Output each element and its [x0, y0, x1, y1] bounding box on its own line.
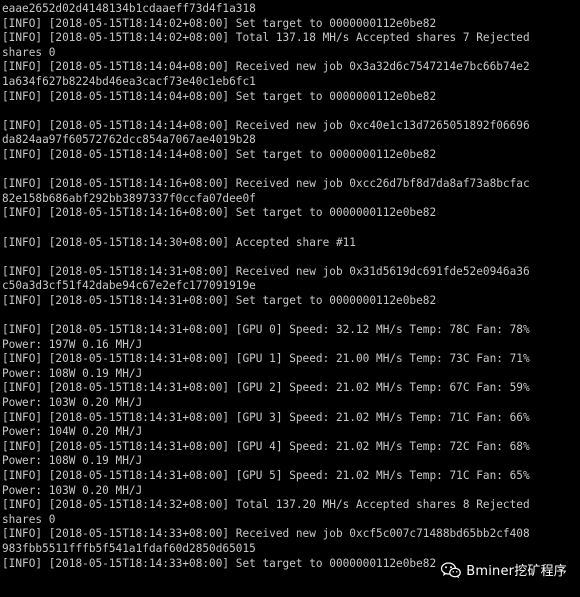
console-line: c50a3d3cf51f42dabe94c67e2efc177091919e [2, 279, 256, 293]
console-line: [INFO] [2018-05-15T18:14:31+08:00] [GPU … [2, 323, 530, 337]
watermark: Bminer挖矿程序 [437, 559, 570, 580]
console-line: Power: 197W 0.16 MH/J [2, 337, 143, 351]
console-line: [INFO] [2018-05-15T18:14:31+08:00] [GPU … [2, 439, 530, 453]
console-line: [INFO] [2018-05-15T18:14:31+08:00] Set t… [2, 293, 437, 307]
watermark-text: Bminer挖矿程序 [466, 564, 567, 579]
console-line: [INFO] [2018-05-15T18:14:16+08:00] Set t… [2, 206, 437, 220]
console-line: [INFO] [2018-05-15T18:14:14+08:00] Set t… [2, 147, 437, 161]
console-window[interactable]: eaae2652d02d4148134b1cdaaeff73d4f1a318 [I… [0, 0, 580, 597]
console-line: [INFO] [2018-05-15T18:14:02+08:00] Set t… [2, 16, 437, 30]
console-line: [INFO] [2018-05-15T18:14:31+08:00] Recei… [2, 264, 530, 278]
console-line: da824aa97f60572762dcc854a7067ae4019b28 [2, 133, 256, 147]
console-line: [INFO] [2018-05-15T18:14:02+08:00] Total… [2, 31, 530, 45]
console-line: Power: 103W 0.20 MH/J [2, 396, 143, 410]
console-line: [INFO] [2018-05-15T18:14:31+08:00] [GPU … [2, 469, 530, 482]
console-line: [INFO] [2018-05-15T18:14:31+08:00] [GPU … [2, 410, 530, 424]
console-line: eaae2652d02d4148134b1cdaaeff73d4f1a318 [2, 2, 256, 15]
console-line: Power: 108W 0.19 MH/J [2, 366, 143, 380]
console-line: [INFO] [2018-05-15T18:14:30+08:00] Accep… [2, 235, 356, 249]
console-line: 983fbb5511fffb5f541a1fdaf60d2850d65015 [2, 541, 256, 555]
console-line: shares 0 [2, 512, 56, 526]
console-line: shares 0 [2, 45, 56, 59]
console-line: [INFO] [2018-05-15T18:14:33+08:00] Recei… [2, 527, 530, 541]
console-line: [INFO] [2018-05-15T18:14:14+08:00] Recei… [2, 118, 530, 132]
console-line: [INFO] [2018-05-15T18:14:04+08:00] Recei… [2, 60, 530, 74]
console-line: [INFO] [2018-05-15T18:14:32+08:00] Total… [2, 498, 530, 512]
console-line: 82e158b686abf292bb3897337f0ccfa07dee0f [2, 191, 256, 205]
console-line: Power: 104W 0.20 MH/J [2, 425, 143, 439]
console-line: [INFO] [2018-05-15T18:14:16+08:00] Recei… [2, 177, 530, 191]
console-line: [INFO] [2018-05-15T18:14:04+08:00] Set t… [2, 89, 437, 103]
console-line: [INFO] [2018-05-15T18:14:31+08:00] [GPU … [2, 381, 530, 395]
console-line: [INFO] [2018-05-15T18:14:31+08:00] [GPU … [2, 352, 530, 366]
console-output: eaae2652d02d4148134b1cdaaeff73d4f1a318 [I… [2, 2, 580, 571]
console-line: Power: 103W 0.20 MH/J [2, 483, 143, 497]
console-line: Power: 108W 0.19 MH/J [2, 454, 143, 468]
console-line: 1a634f627b8224bd46ea3cacf73e40c1eb6fc1 [2, 74, 256, 88]
wechat-icon [441, 561, 462, 578]
